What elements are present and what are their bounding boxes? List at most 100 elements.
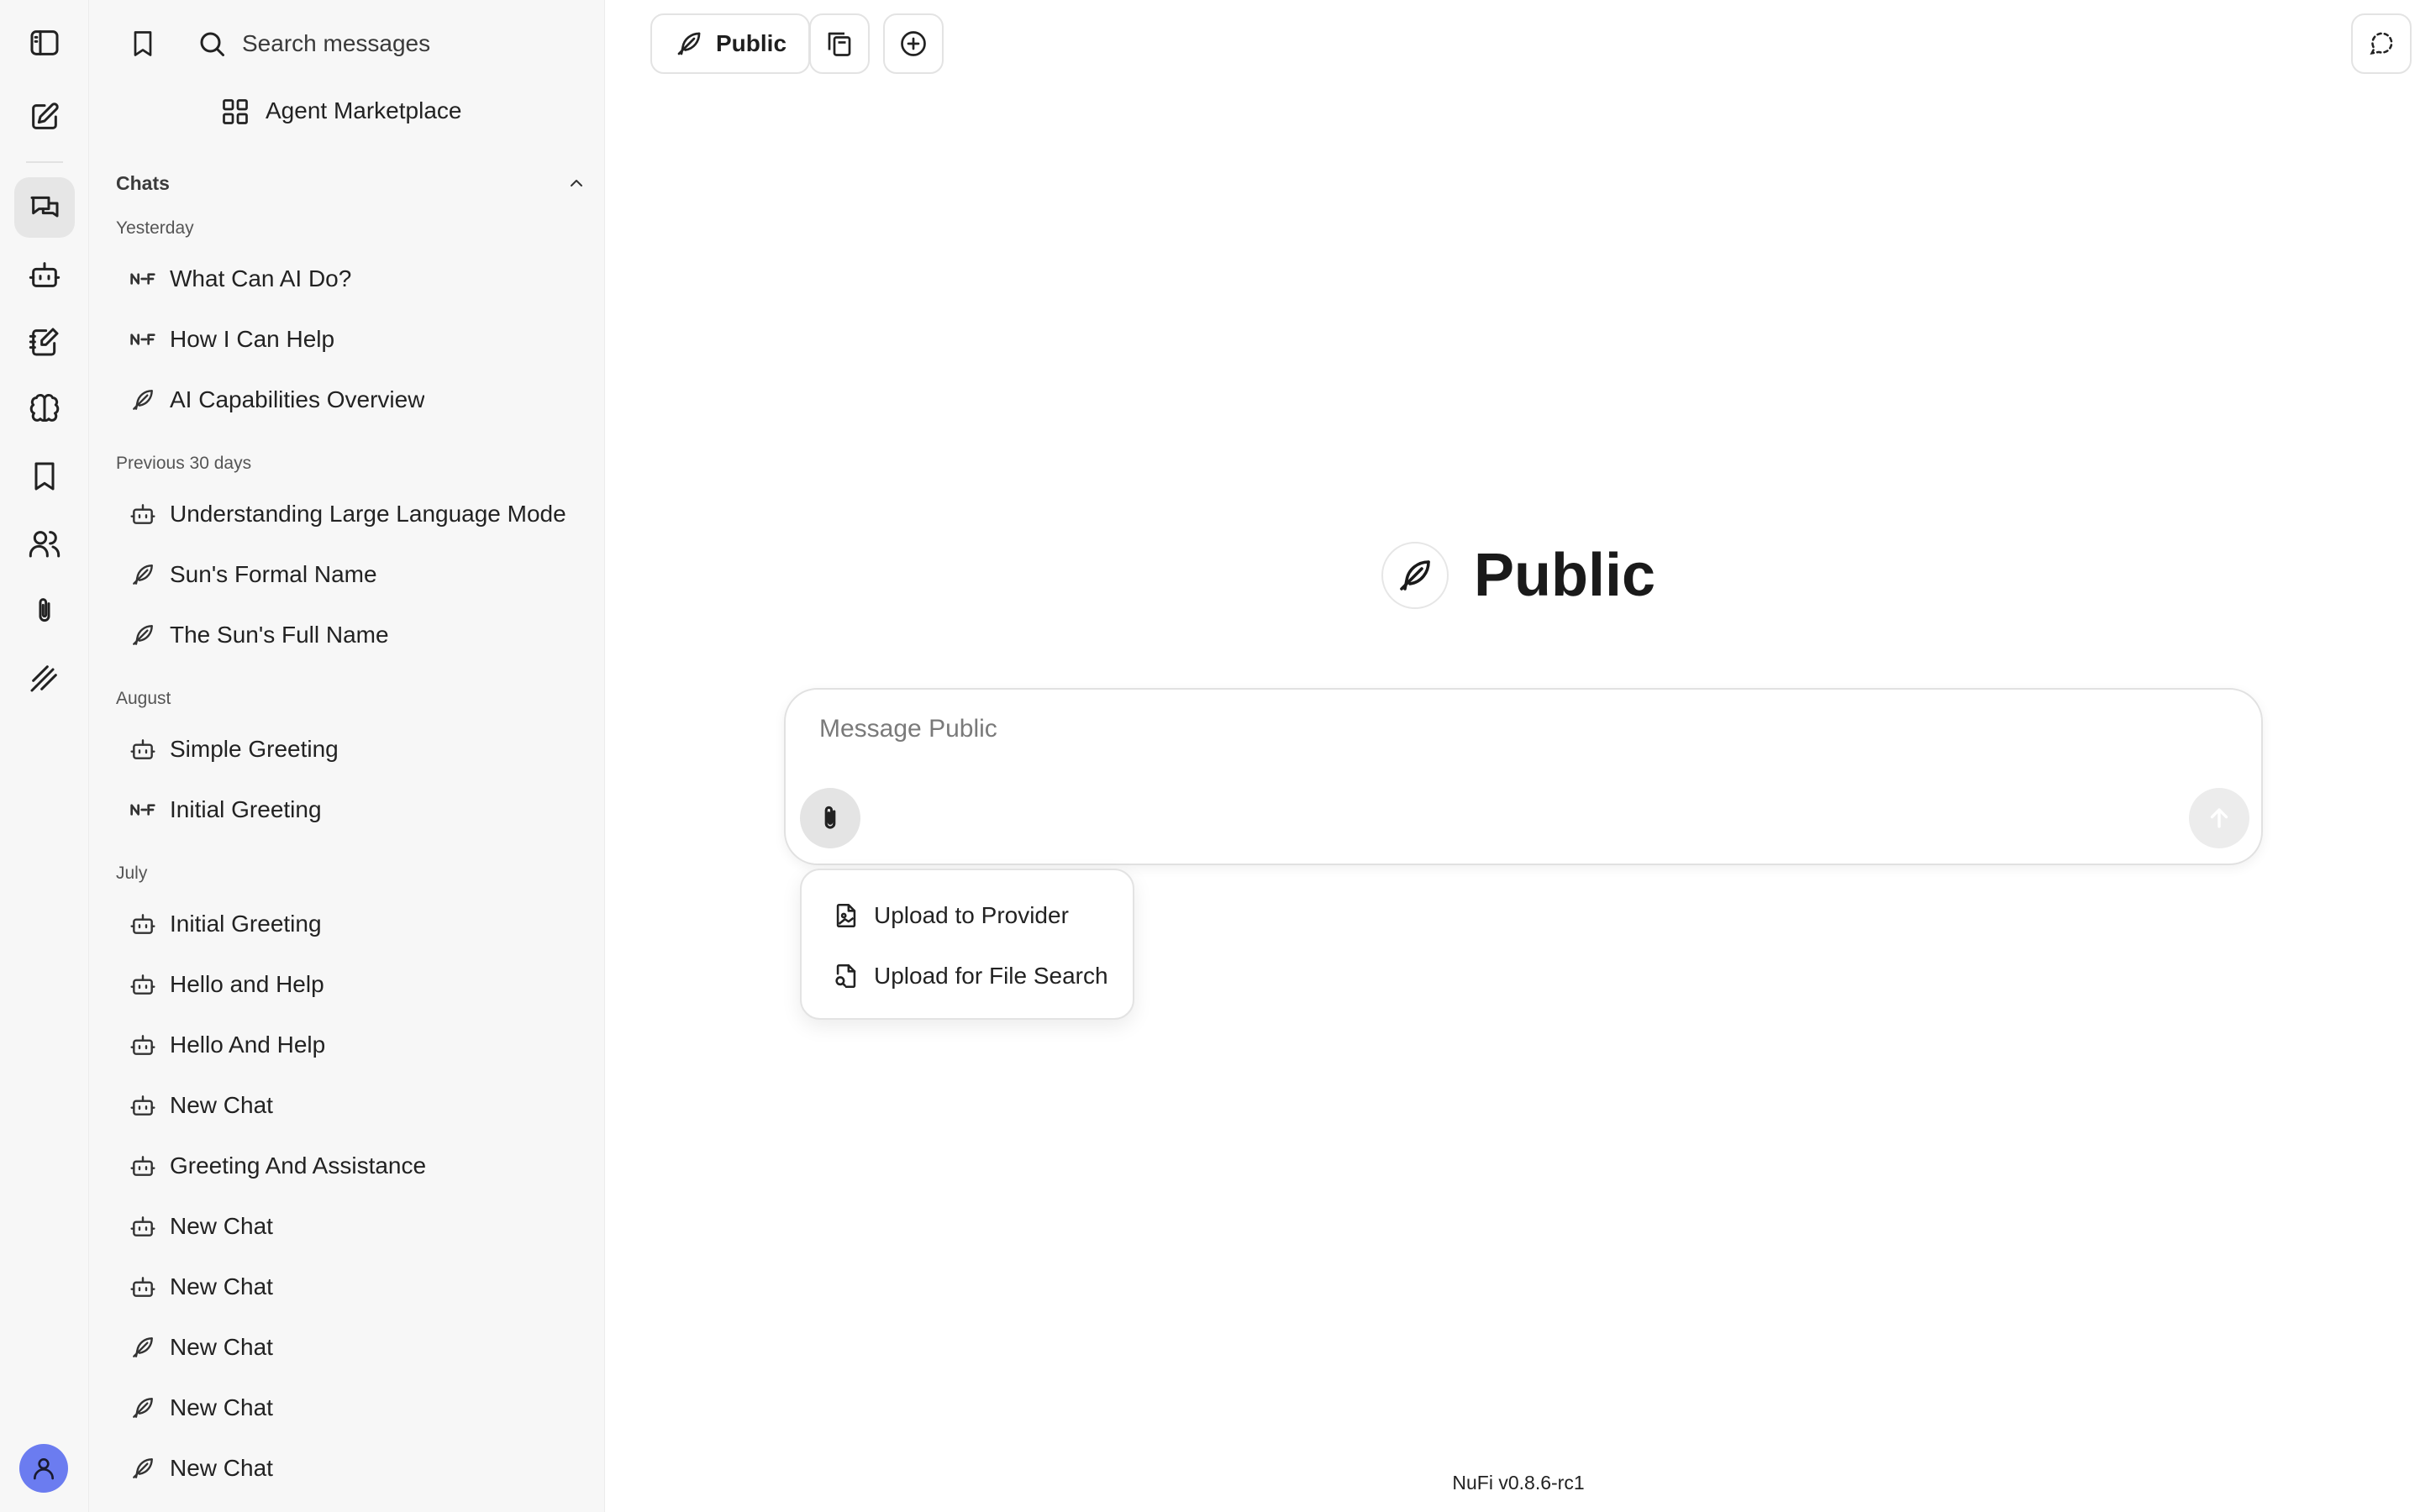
add-endpoint-button[interactable]	[883, 13, 944, 74]
app-root: Agent Marketplace Chats Yesterday What Ca…	[0, 0, 2420, 1512]
chat-group-label: July	[116, 864, 148, 883]
plus-circle-icon	[901, 31, 926, 56]
bookmarks-filter-button[interactable]	[124, 25, 161, 62]
chat-list-item[interactable]: New Chat	[116, 1201, 587, 1252]
search-icon	[200, 32, 224, 56]
chat-item-icon	[116, 1152, 170, 1179]
chat-group-label: Previous 30 days	[116, 454, 252, 473]
bookmark-icon	[34, 462, 55, 491]
chat-list-item[interactable]: How I Can Help	[116, 314, 587, 365]
copy-icon	[828, 32, 851, 56]
feather-icon	[133, 625, 153, 645]
copy-conversation-button[interactable]	[809, 13, 870, 74]
plugins-nav-button[interactable]	[14, 648, 75, 708]
version-footer: NuFi v0.8.6-rc1	[1452, 1472, 1585, 1494]
chat-item-label: New Chat	[170, 1273, 273, 1299]
chat-item-label: New Chat	[170, 1213, 273, 1239]
feather-icon	[133, 1337, 153, 1357]
prompts-icon	[29, 328, 59, 356]
plugins-icon	[30, 665, 57, 692]
chat-list-item[interactable]: Initial Greeting	[116, 899, 587, 949]
memory-nav-button[interactable]	[14, 379, 75, 439]
agent-marketplace-label: Agent Marketplace	[266, 97, 462, 123]
chat-list-item[interactable]: Simple Greeting	[116, 724, 587, 774]
chat-item-label: Simple Greeting	[170, 736, 339, 762]
marketplace-grid-icon-wrap	[218, 95, 252, 129]
chat-item-icon	[116, 1455, 170, 1482]
chat-list-item[interactable]: What Can AI Do?	[116, 254, 587, 304]
bookmark-icon	[134, 31, 152, 56]
chat-list-item[interactable]: Initial Greeting	[116, 785, 587, 835]
chat-item-label: New Chat	[170, 1394, 273, 1420]
chat-item-icon	[116, 911, 170, 937]
nufi-icon	[130, 333, 155, 345]
bot-icon	[130, 974, 155, 995]
chat-item-label: New Chat	[170, 1092, 273, 1118]
chats-nav-button[interactable]	[14, 177, 75, 238]
search-messages-input[interactable]	[242, 25, 578, 62]
agents-nav-button[interactable]	[14, 244, 75, 305]
rail-divider	[26, 161, 63, 163]
chat-list-item[interactable]: Sun's Formal Name	[116, 549, 587, 600]
chat-list-item[interactable]: AI Capabilities Overview	[116, 375, 587, 425]
icon-rail	[0, 0, 89, 1512]
new-chat-icon	[32, 102, 59, 129]
nufi-icon	[130, 804, 155, 816]
bot-icon	[130, 914, 155, 934]
paperclip-icon	[824, 806, 836, 829]
bookmarks-nav-button[interactable]	[14, 446, 75, 507]
chat-item-label: Initial Greeting	[170, 911, 322, 937]
new-chat-button[interactable]	[14, 87, 75, 147]
upload-to-provider-label: Upload to Provider	[874, 902, 1069, 928]
bot-icon	[130, 1156, 155, 1176]
upload-for-file-search-item[interactable]: Upload for File Search	[815, 949, 1123, 1003]
send-message-button[interactable]	[2189, 788, 2249, 848]
users-icon	[29, 531, 60, 558]
chat-item-icon	[116, 736, 170, 763]
chat-list-item[interactable]: Greeting And Assistance	[116, 1141, 587, 1191]
chat-list-item[interactable]: Hello and Help	[116, 959, 587, 1010]
prompts-nav-button[interactable]	[14, 312, 75, 372]
temporary-chat-button[interactable]	[2351, 13, 2412, 74]
agents-bot-icon	[29, 262, 60, 287]
chat-list-item[interactable]: New Chat	[116, 1262, 587, 1312]
chat-list-item[interactable]: Hello And Help	[116, 1020, 587, 1070]
endpoint-label: Public	[716, 30, 787, 56]
chat-list-item[interactable]: New Chat	[116, 1322, 587, 1373]
chat-list-item[interactable]: New Chat	[116, 1443, 587, 1494]
arrow-up-icon	[2210, 808, 2228, 828]
chat-list-item[interactable]: New Chat	[116, 1080, 587, 1131]
chat-item-icon	[116, 1394, 170, 1421]
feather-icon	[1400, 560, 1430, 591]
feather-icon	[133, 1398, 153, 1418]
chat-item-icon	[116, 561, 170, 588]
attachments-nav-button[interactable]	[14, 580, 75, 641]
chat-item-label: New Chat	[170, 1334, 273, 1360]
chat-group-label: August	[116, 689, 171, 708]
attach-file-button[interactable]	[800, 788, 860, 848]
sidebar-toggle-icon	[30, 30, 59, 55]
endpoint-selector-button[interactable]: Public	[650, 13, 811, 74]
bot-icon	[130, 1216, 155, 1236]
chat-list-item[interactable]: The Sun's Full Name	[116, 610, 587, 660]
chats-section-header[interactable]: Chats	[116, 166, 587, 200]
chat-list-item[interactable]: Understanding Large Language Mode	[116, 489, 587, 539]
chat-item-icon	[116, 1334, 170, 1361]
user-avatar[interactable]	[19, 1444, 68, 1493]
feather-icon	[133, 1458, 153, 1478]
chat-item-label: Hello and Help	[170, 971, 324, 997]
users-nav-button[interactable]	[14, 513, 75, 574]
chats-header-label: Chats	[116, 171, 170, 194]
chat-item-label: The Sun's Full Name	[170, 622, 389, 648]
chat-item-icon	[116, 386, 170, 413]
upload-to-provider-item[interactable]: Upload to Provider	[815, 889, 1123, 942]
bot-icon	[130, 739, 155, 759]
agent-marketplace-link[interactable]: Agent Marketplace	[266, 92, 461, 129]
chat-item-icon	[116, 1092, 170, 1119]
chat-sidebar: Agent Marketplace Chats Yesterday What Ca…	[89, 0, 605, 1512]
chat-item-label: What Can AI Do?	[170, 265, 352, 291]
message-input[interactable]	[819, 715, 2214, 765]
chat-list-item[interactable]: New Chat	[116, 1383, 587, 1433]
message-composer	[784, 688, 2263, 865]
toggle-sidebar-button[interactable]	[14, 13, 75, 73]
